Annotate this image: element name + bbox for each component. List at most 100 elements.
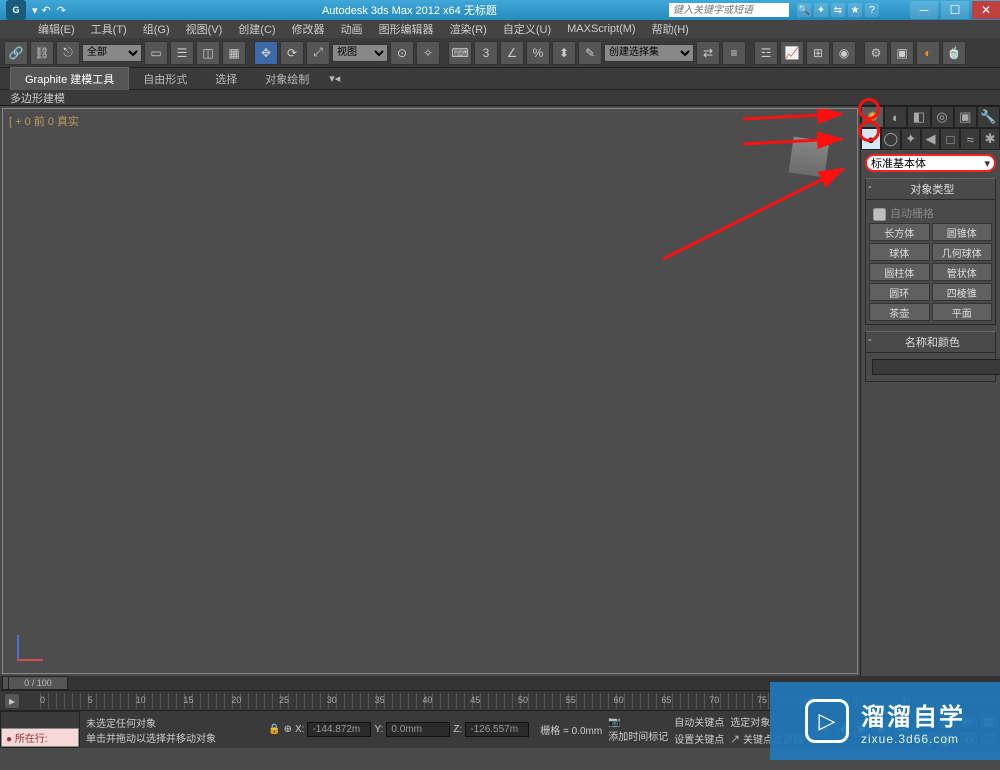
help-search-input[interactable] (669, 3, 789, 17)
cat-lights-icon[interactable]: ✦ (901, 128, 921, 150)
redo-icon[interactable]: ↷ (57, 4, 66, 17)
trackbar-toggle-icon[interactable]: ▸ (4, 693, 20, 709)
ribbon-tab-selection[interactable]: 选择 (201, 68, 251, 90)
align-icon[interactable]: ≡ (722, 41, 746, 65)
isolate-icon[interactable]: 📷 (608, 717, 668, 728)
ribbon-tab-modeling[interactable]: Graphite 建模工具 (10, 67, 129, 90)
render-frame-icon[interactable]: ▣ (890, 41, 914, 65)
named-selset-dropdown[interactable]: 创建选择集 (604, 44, 694, 62)
help-icon[interactable]: ? (865, 3, 879, 17)
app-icon[interactable]: G (6, 0, 26, 20)
window-crossing-icon[interactable]: ▦ (222, 41, 246, 65)
coord-x[interactable]: -144.872m (307, 722, 371, 737)
qat-icon[interactable]: ▾ (32, 4, 38, 17)
ribbon-expand-icon[interactable]: ▾◂ (323, 69, 346, 88)
angle-snap-icon[interactable]: ∠ (500, 41, 524, 65)
cat-shapes-icon[interactable]: ◯ (881, 128, 901, 150)
curve-editor-icon[interactable]: 📈 (780, 41, 804, 65)
maximize-button[interactable]: ☐ (941, 1, 969, 19)
manip-icon[interactable]: ✧ (416, 41, 440, 65)
btn-sphere[interactable]: 球体 (869, 243, 930, 261)
teapot-icon[interactable]: 🍵 (942, 41, 966, 65)
unlink-icon[interactable]: ⛓ (30, 41, 54, 65)
rollout-name-color[interactable]: -名称和颜色 (865, 331, 996, 353)
btn-box[interactable]: 长方体 (869, 223, 930, 241)
minimize-button[interactable]: ─ (910, 1, 938, 19)
script-listener[interactable]: ● 所在行: (0, 711, 80, 748)
selection-filter-dropdown[interactable]: 全部 (82, 44, 142, 62)
btn-geosphere[interactable]: 几何球体 (932, 243, 993, 261)
btn-torus[interactable]: 圆环 (869, 283, 930, 301)
viewcube-icon[interactable] (789, 137, 830, 178)
keymode-icon[interactable]: ⌨ (448, 41, 472, 65)
ref-coord-dropdown[interactable]: 视图 (332, 44, 388, 62)
menu-views[interactable]: 视图(V) (178, 21, 231, 37)
cat-cameras-icon[interactable]: ◀ (921, 128, 941, 150)
tab-hierarchy-icon[interactable]: ◧ (907, 106, 930, 128)
geometry-type-dropdown[interactable]: 标准基本体 (865, 154, 996, 172)
cat-helpers-icon[interactable]: □ (940, 128, 960, 150)
mirror-icon[interactable]: ⇄ (696, 41, 720, 65)
add-time-tag[interactable]: 添加时间标记 (608, 728, 668, 743)
rollout-object-type[interactable]: -对象类型 (865, 178, 996, 200)
abs-rel-icon[interactable]: ⊕ (284, 724, 292, 735)
select-icon[interactable]: ▭ (144, 41, 168, 65)
menu-rendering[interactable]: 渲染(R) (442, 21, 495, 37)
btn-cone[interactable]: 圆锥体 (932, 223, 993, 241)
move-icon[interactable]: ✥ (254, 41, 278, 65)
btn-cylinder[interactable]: 圆柱体 (869, 263, 930, 281)
tab-utilities-icon[interactable]: 🔧 (977, 106, 1000, 128)
cat-geometry-icon[interactable]: ● (861, 128, 881, 150)
tab-modify-icon[interactable]: ◐ (884, 106, 907, 128)
render-icon[interactable]: ◐ (916, 41, 940, 65)
favorite-icon[interactable]: ★ (848, 3, 862, 17)
btn-pyramid[interactable]: 四棱锥 (932, 283, 993, 301)
menu-edit[interactable]: 编辑(E) (30, 21, 83, 37)
bind-icon[interactable]: ⎋ (56, 41, 80, 65)
scale-icon[interactable]: ⤢ (306, 41, 330, 65)
close-button[interactable]: ✕ (972, 1, 1000, 19)
cat-systems-icon[interactable]: ✱ (980, 128, 1000, 150)
time-slider-knob[interactable]: 0 / 100 (8, 676, 68, 690)
ribbon-tab-freeform[interactable]: 自由形式 (129, 68, 201, 90)
menu-help[interactable]: 帮助(H) (644, 21, 697, 37)
menu-animation[interactable]: 动画 (333, 21, 371, 37)
lock-icon[interactable]: 🔒 (268, 724, 280, 735)
btn-plane[interactable]: 平面 (932, 303, 993, 321)
setkey-button[interactable]: 设置关键点 (674, 731, 724, 746)
menu-modifiers[interactable]: 修改器 (284, 21, 333, 37)
render-setup-icon[interactable]: ⚙ (864, 41, 888, 65)
select-name-icon[interactable]: ☰ (170, 41, 194, 65)
snap-icon[interactable]: 3 (474, 41, 498, 65)
undo-icon[interactable]: ↶ (42, 4, 51, 17)
coord-y[interactable]: 0.0mm (386, 722, 450, 737)
menu-customize[interactable]: 自定义(U) (495, 21, 559, 37)
btn-tube[interactable]: 管状体 (932, 263, 993, 281)
menu-maxscript[interactable]: MAXScript(M) (559, 23, 643, 35)
exchange-icon[interactable]: ⇆ (831, 3, 845, 17)
spinner-snap-icon[interactable]: ⬍ (552, 41, 576, 65)
menu-grapheditors[interactable]: 图形编辑器 (371, 21, 442, 37)
object-name-input[interactable] (872, 359, 1000, 375)
search-icon[interactable]: 🔍 (797, 3, 811, 17)
tab-motion-icon[interactable]: ◎ (931, 106, 954, 128)
autogrid-checkbox[interactable] (873, 208, 886, 221)
menu-tools[interactable]: 工具(T) (83, 21, 135, 37)
schematic-icon[interactable]: ⊞ (806, 41, 830, 65)
edit-selset-icon[interactable]: ✎ (578, 41, 602, 65)
select-region-icon[interactable]: ◫ (196, 41, 220, 65)
coord-z[interactable]: -126.557m (465, 722, 529, 737)
subscription-icon[interactable]: ✦ (814, 3, 828, 17)
viewport-label[interactable]: [ + 0 前 0 真实 (9, 113, 79, 129)
ribbon-tab-paint[interactable]: 对象绘制 (251, 68, 323, 90)
link-icon[interactable]: 🔗 (4, 41, 28, 65)
rotate-icon[interactable]: ⟳ (280, 41, 304, 65)
menu-create[interactable]: 创建(C) (230, 21, 283, 37)
material-editor-icon[interactable]: ◉ (832, 41, 856, 65)
autokey-button[interactable]: 自动关键点 (674, 714, 724, 729)
tab-create-icon[interactable]: ✺ (861, 106, 884, 128)
viewport-front[interactable]: [ + 0 前 0 真实 (2, 108, 858, 674)
cat-spacewarps-icon[interactable]: ≈ (960, 128, 980, 150)
tab-display-icon[interactable]: ▣ (954, 106, 977, 128)
pivot-icon[interactable]: ⊙ (390, 41, 414, 65)
